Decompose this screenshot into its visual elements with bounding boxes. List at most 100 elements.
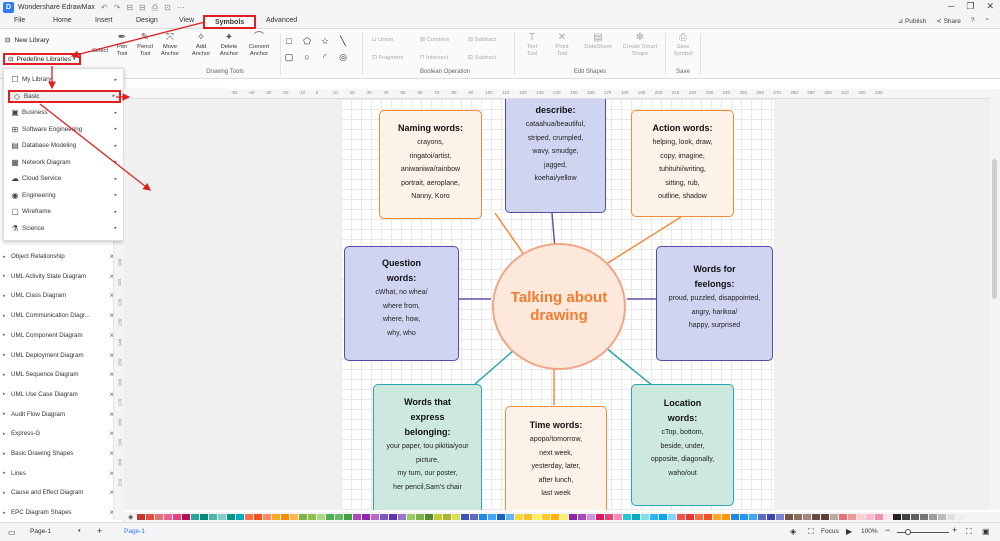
color-swatch[interactable] xyxy=(218,514,227,520)
center-topic[interactable]: Talking about drawing xyxy=(492,243,626,370)
layers-icon[interactable]: ◈ xyxy=(790,527,796,536)
library-menu-item[interactable]: ☐ My Library ▸ xyxy=(8,73,121,86)
share-button[interactable]: ≺ Share xyxy=(936,17,961,25)
color-swatch[interactable] xyxy=(461,514,470,520)
redo-icon[interactable]: ↷ xyxy=(114,3,121,12)
color-swatch[interactable] xyxy=(236,514,245,520)
color-swatch[interactable] xyxy=(506,514,515,520)
library-section-row[interactable]: ▸ EPC Diagram Shapes × xyxy=(3,506,118,519)
color-swatch[interactable] xyxy=(209,514,218,520)
color-swatch[interactable] xyxy=(380,514,389,520)
scrollbar-thumb[interactable] xyxy=(992,159,997,299)
library-menu-item[interactable]: ▤ Database Modeling ▸ xyxy=(8,139,121,152)
color-swatch[interactable] xyxy=(497,514,506,520)
color-swatch[interactable] xyxy=(821,514,830,520)
color-swatch[interactable] xyxy=(290,514,299,520)
rounded-rectangle-icon[interactable]: ▢ xyxy=(283,52,295,63)
color-swatch[interactable] xyxy=(920,514,929,520)
vertical-scrollbar[interactable] xyxy=(990,89,1000,510)
color-swatch[interactable] xyxy=(344,514,353,520)
fill-bucket-icon[interactable]: ◈ xyxy=(128,513,133,521)
color-swatch[interactable] xyxy=(839,514,848,520)
color-swatch[interactable] xyxy=(326,514,335,520)
minimize-icon[interactable]: ─ xyxy=(948,1,954,12)
color-swatch[interactable] xyxy=(371,514,380,520)
color-swatch[interactable] xyxy=(434,514,443,520)
color-swatch[interactable] xyxy=(785,514,794,520)
color-swatch[interactable] xyxy=(299,514,308,520)
datasheet-button[interactable]: ▤ DataSheet xyxy=(582,32,614,51)
add-anchor-tool[interactable]: ✧ Add Anchor xyxy=(189,32,213,58)
color-swatch[interactable] xyxy=(398,514,407,520)
color-swatch[interactable] xyxy=(146,514,155,520)
color-swatch[interactable] xyxy=(182,514,191,520)
library-section-row[interactable]: ▸ Object Relationship × xyxy=(3,250,118,263)
color-swatch[interactable] xyxy=(578,514,587,520)
color-swatch[interactable] xyxy=(452,514,461,520)
zoom-level[interactable]: 100% xyxy=(861,528,878,535)
color-swatch[interactable] xyxy=(308,514,317,520)
new-file-icon[interactable]: ⊟ xyxy=(126,3,133,12)
describe-box[interactable]: describe: cataahua/beautiful, striped, c… xyxy=(505,99,606,213)
color-swatch[interactable] xyxy=(362,514,371,520)
zoom-out-icon[interactable]: − xyxy=(885,525,890,535)
move-anchor-tool[interactable]: ⤧ Move Anchor xyxy=(158,32,182,58)
color-swatch[interactable] xyxy=(317,514,326,520)
color-swatch[interactable] xyxy=(848,514,857,520)
color-swatch[interactable] xyxy=(479,514,488,520)
focus-label[interactable]: Focus xyxy=(821,528,839,535)
action-words-box[interactable]: Action words: helping, look, draw, copy,… xyxy=(631,110,734,217)
naming-words-box[interactable]: Naming words: crayons, ringatoi/artist, … xyxy=(379,110,482,219)
library-menu-item[interactable]: ⊞ Software Engineering ▸ xyxy=(8,123,121,136)
color-swatch[interactable] xyxy=(551,514,560,520)
color-swatch[interactable] xyxy=(227,514,236,520)
help-button[interactable]: ? xyxy=(971,17,975,25)
add-page-icon[interactable]: + xyxy=(97,526,102,536)
time-words-box[interactable]: Time words: apopo/tomorrow, next week, y… xyxy=(505,406,607,510)
union-button[interactable]: ⊔ Union xyxy=(372,37,412,44)
library-menu-item[interactable]: ☁ Cloud Service ▸ xyxy=(8,172,121,185)
color-swatch[interactable] xyxy=(137,514,146,520)
color-swatch[interactable] xyxy=(416,514,425,520)
color-swatch[interactable] xyxy=(677,514,686,520)
more-icon[interactable]: ⋯ xyxy=(177,3,185,12)
color-swatch[interactable] xyxy=(524,514,533,520)
create-smart-shape-button[interactable]: ✻ Create Smart Shape xyxy=(618,32,662,58)
color-swatch[interactable] xyxy=(686,514,695,520)
color-swatch[interactable] xyxy=(812,514,821,520)
color-swatch[interactable] xyxy=(254,514,263,520)
chevron-down-icon[interactable]: ▾ xyxy=(78,528,81,534)
menu-file[interactable]: File xyxy=(14,17,25,24)
save-symbol-button[interactable]: ⎙ Save Symbol xyxy=(668,32,698,58)
question-words-box[interactable]: Question words: cWhat, no whea/ where fr… xyxy=(344,246,459,361)
print-icon[interactable]: ⎙ xyxy=(152,3,158,13)
library-menu-item[interactable]: ⚗ Science ▸ xyxy=(8,222,121,235)
select-tool[interactable]: Select xyxy=(90,48,110,55)
subtract-button-2[interactable]: ⊟ Subtract xyxy=(468,55,512,62)
star-icon[interactable]: ☆ xyxy=(319,36,331,47)
menu-design[interactable]: Design xyxy=(136,17,158,24)
active-page-tab[interactable]: Page-1 xyxy=(124,528,145,535)
color-swatch[interactable] xyxy=(272,514,281,520)
location-words-box[interactable]: Location words: cTop, bottom, beside, un… xyxy=(631,384,734,506)
color-swatch[interactable] xyxy=(389,514,398,520)
color-swatch[interactable] xyxy=(335,514,344,520)
color-swatch[interactable] xyxy=(614,514,623,520)
circle-icon[interactable]: ○ xyxy=(301,52,313,62)
color-swatch[interactable] xyxy=(803,514,812,520)
color-swatch[interactable] xyxy=(731,514,740,520)
fullscreen-icon[interactable]: ▣ xyxy=(982,527,990,536)
combine-button[interactable]: ⊞ Combine xyxy=(420,37,464,44)
page-layout-icon[interactable]: ▭ xyxy=(8,528,16,537)
color-swatch[interactable] xyxy=(722,514,731,520)
color-swatch[interactable] xyxy=(155,514,164,520)
color-swatch[interactable] xyxy=(425,514,434,520)
color-swatch[interactable] xyxy=(407,514,416,520)
color-swatch[interactable] xyxy=(569,514,578,520)
library-menu-item[interactable]: ▦ Network Diagram ▸ xyxy=(8,156,121,169)
menu-symbols[interactable]: Symbols xyxy=(203,15,257,29)
rectangle-icon[interactable]: □ xyxy=(283,36,295,46)
color-swatch[interactable] xyxy=(353,514,362,520)
drawing-page[interactable]: Naming words: crayons, ringatoi/artist, … xyxy=(341,99,774,510)
library-section-row[interactable]: ▸ Cause and Effect Diagram × xyxy=(3,486,118,499)
